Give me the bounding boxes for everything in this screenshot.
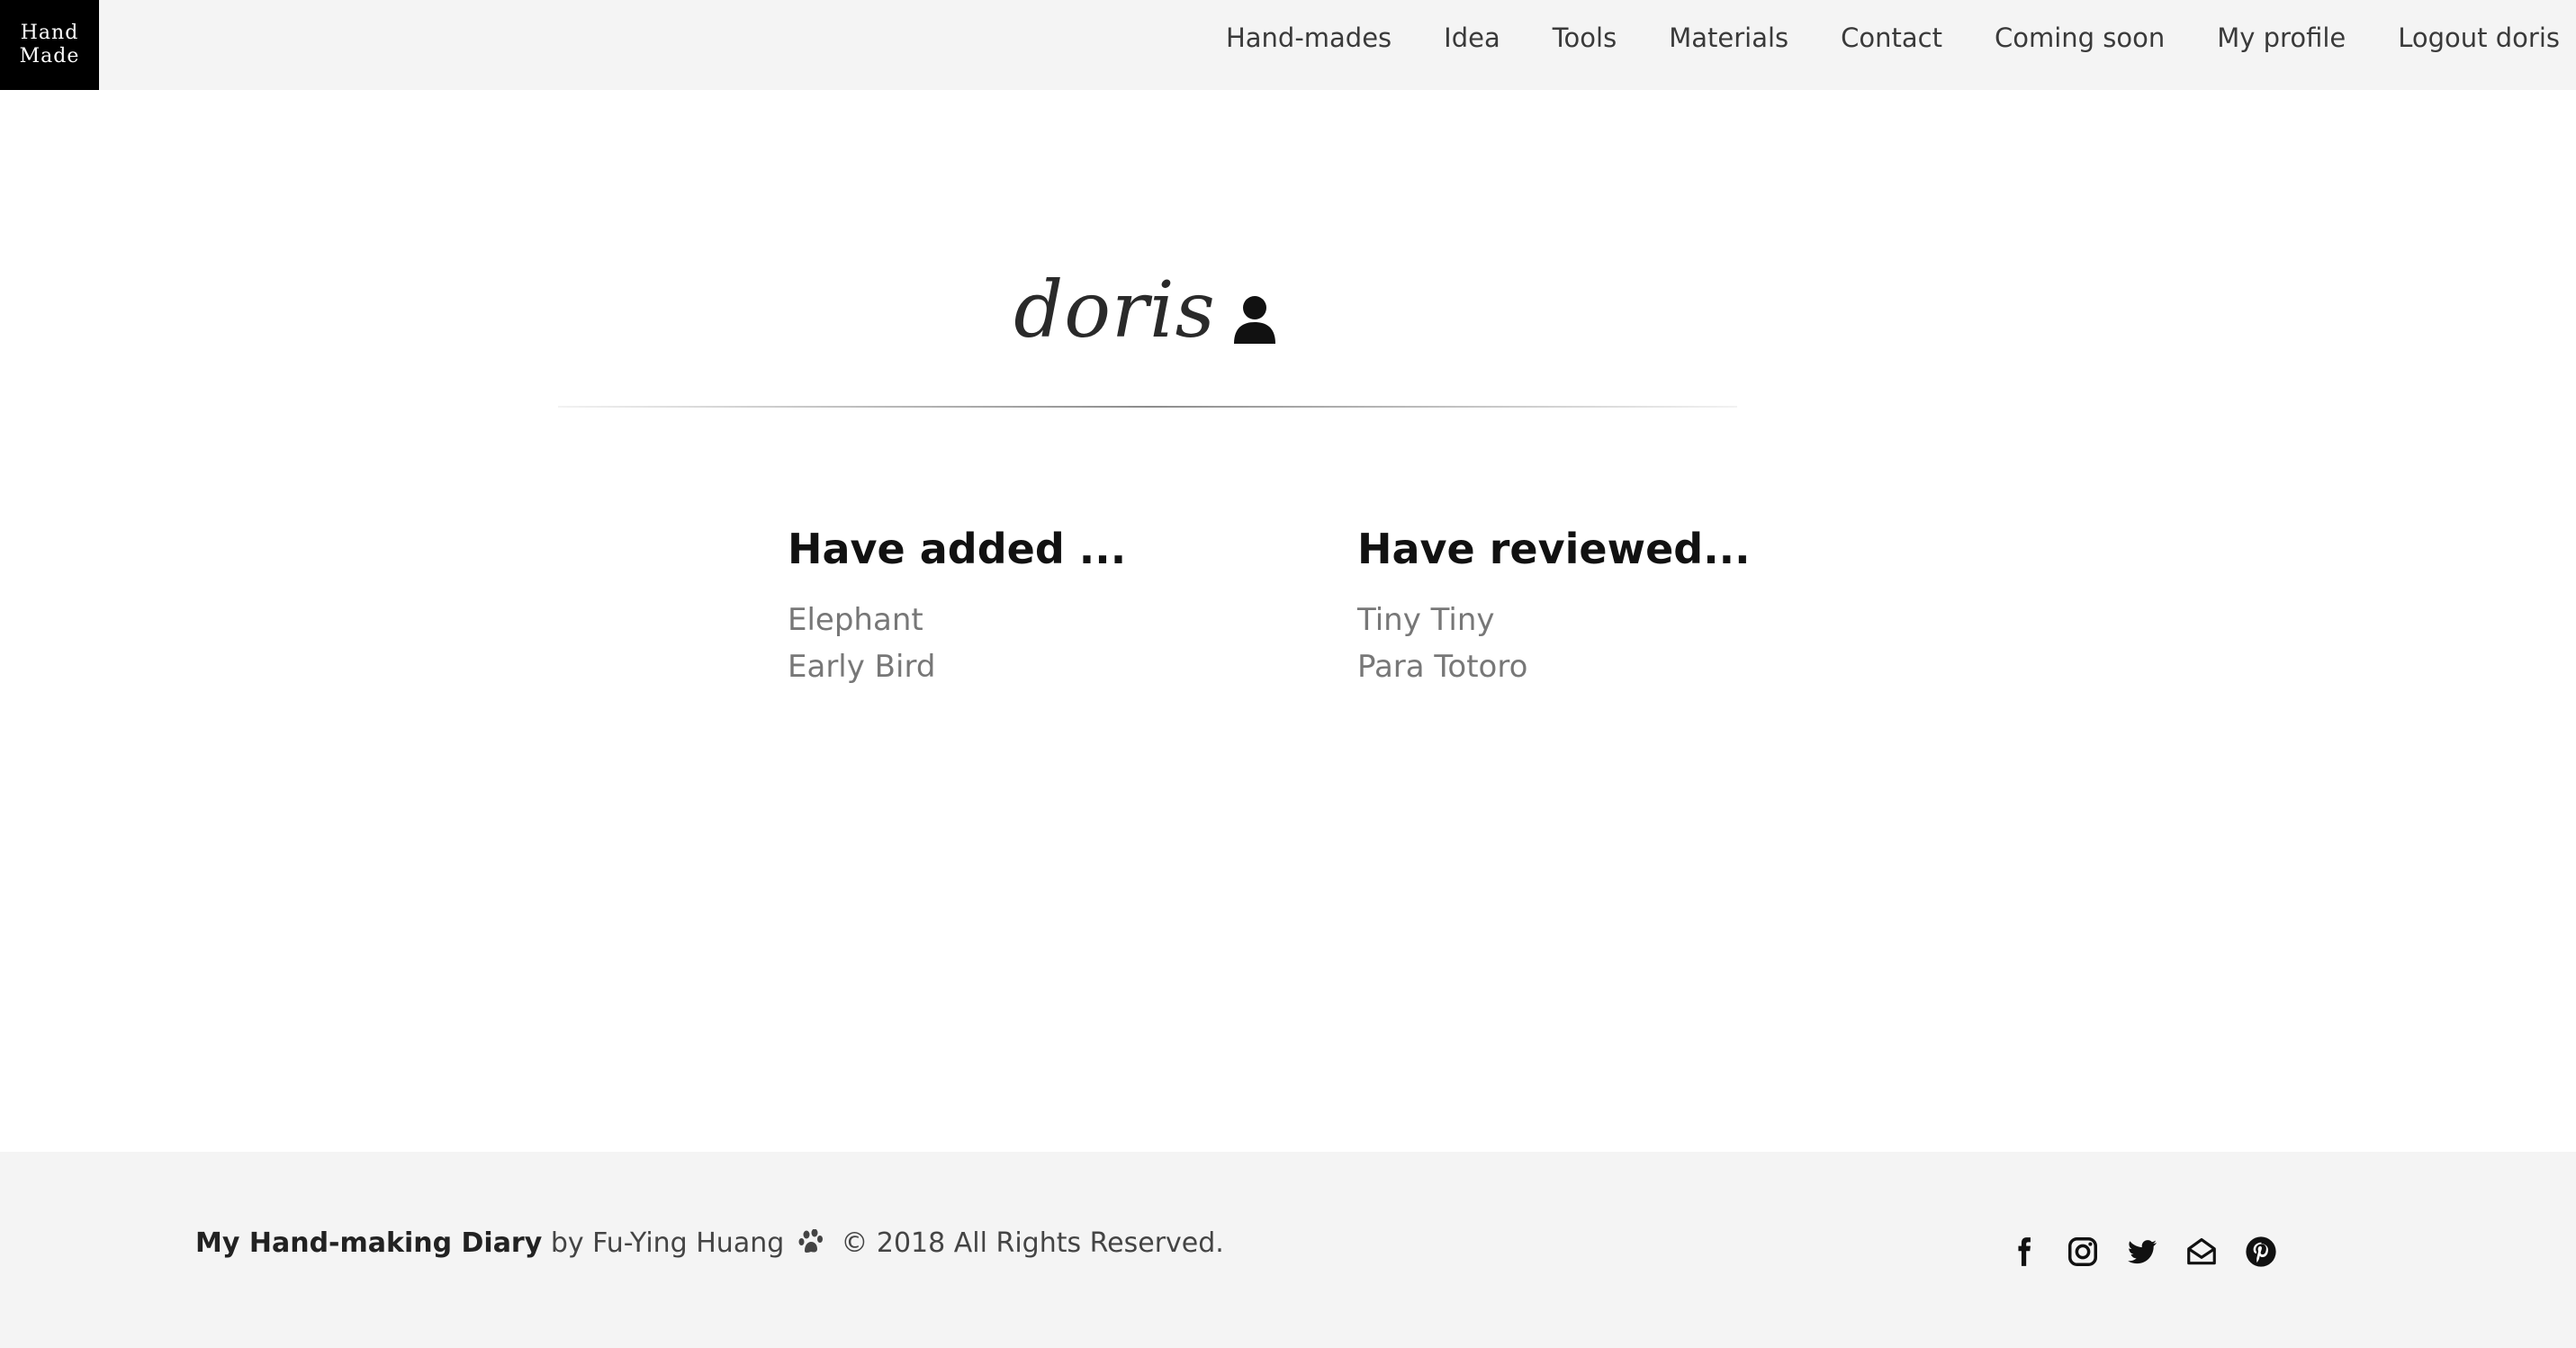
added-heading: Have added ... bbox=[788, 525, 1127, 573]
nav-item-contact[interactable]: Contact bbox=[1815, 22, 1968, 53]
user-icon bbox=[1233, 296, 1275, 344]
profile-username: doris bbox=[1013, 265, 1216, 355]
facebook-icon[interactable] bbox=[2005, 1234, 2041, 1270]
social-links bbox=[2005, 1234, 2279, 1270]
reviewed-heading: Have reviewed... bbox=[1357, 525, 1751, 573]
reviewed-list: Tiny Tiny Para Totoro bbox=[1357, 597, 1751, 690]
added-item-elephant[interactable]: Elephant bbox=[788, 597, 1126, 643]
nav-item-materials[interactable]: Materials bbox=[1643, 22, 1815, 53]
nav-item-hand-mades[interactable]: Hand-mades bbox=[1200, 22, 1418, 53]
logo[interactable]: Hand Made bbox=[0, 0, 99, 90]
nav-item-tools[interactable]: Tools bbox=[1527, 22, 1643, 53]
footer-credit: My Hand-making Diary by Fu-Ying Huang © … bbox=[195, 1227, 1224, 1259]
pinterest-icon[interactable] bbox=[2243, 1234, 2279, 1270]
top-navbar: Hand Made Hand-mades Idea Tools Material… bbox=[0, 0, 2576, 90]
added-item-early-bird[interactable]: Early Bird bbox=[788, 643, 1126, 690]
nav-links: Hand-mades Idea Tools Materials Contact … bbox=[1200, 0, 2560, 76]
footer-byline: by Fu-Ying Huang bbox=[542, 1227, 793, 1259]
instagram-icon[interactable] bbox=[2065, 1234, 2101, 1270]
twitter-icon[interactable] bbox=[2124, 1234, 2160, 1270]
profile-header: doris bbox=[0, 261, 2291, 360]
profile-divider bbox=[558, 406, 1737, 408]
nav-item-coming-soon[interactable]: Coming soon bbox=[1968, 22, 2191, 53]
added-section: Have added ... Elephant Early Bird bbox=[788, 517, 1126, 690]
footer-brand: My Hand-making Diary bbox=[195, 1227, 543, 1259]
added-list: Elephant Early Bird bbox=[788, 597, 1126, 690]
reviewed-item-tiny-tiny[interactable]: Tiny Tiny bbox=[1357, 597, 1751, 643]
nav-item-idea[interactable]: Idea bbox=[1418, 22, 1527, 53]
reviewed-item-para-totoro[interactable]: Para Totoro bbox=[1357, 643, 1751, 690]
reviewed-section: Have reviewed... Tiny Tiny Para Totoro bbox=[1357, 517, 1751, 690]
nav-item-my-profile[interactable]: My profile bbox=[2191, 22, 2372, 53]
nav-item-logout[interactable]: Logout doris bbox=[2372, 22, 2560, 53]
logo-line-2: Made bbox=[19, 45, 80, 67]
envelope-open-icon[interactable] bbox=[2184, 1234, 2220, 1270]
logo-line-1: Hand bbox=[20, 22, 79, 44]
paw-icon bbox=[798, 1229, 823, 1253]
footer-copyright: © 2018 All Rights Reserved. bbox=[832, 1227, 1224, 1259]
